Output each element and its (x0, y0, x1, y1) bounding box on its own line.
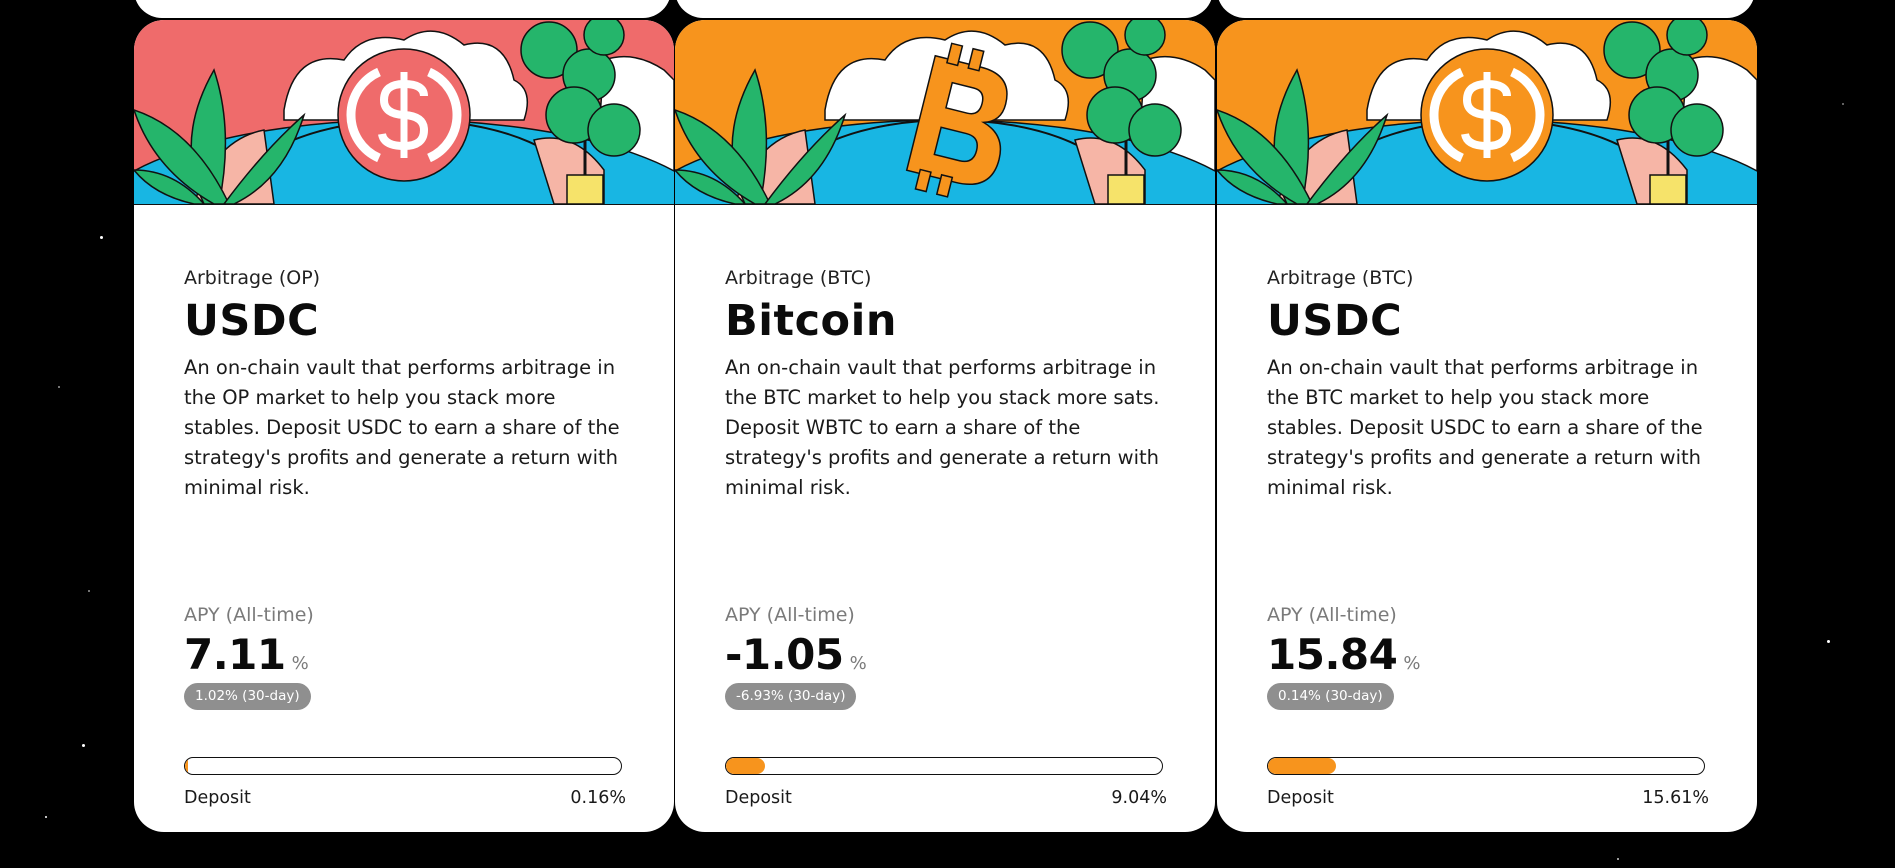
apy-value: 7.11 (184, 630, 286, 679)
apy-unit: % (1403, 653, 1421, 674)
vault-description: An on-chain vault that performs arbitrag… (184, 356, 620, 499)
vault-card-btc-bitcoin[interactable]: Arbitrage (BTC) Bitcoin An on-chain vaul… (675, 20, 1215, 832)
background-star (58, 386, 60, 388)
apy-30day-badge: 1.02% (30-day) (184, 683, 311, 710)
deposit-progress-fill (1268, 758, 1337, 774)
background-star (100, 236, 103, 239)
apy-row: 15.84 % (1267, 630, 1420, 679)
deposit-value: 15.61% (1642, 788, 1709, 808)
apy-label: APY (All-time) (1267, 604, 1397, 626)
background-star (1827, 640, 1830, 643)
background-star (1617, 858, 1619, 860)
vault-hero-illustration (675, 20, 1215, 205)
vault-strategy: Arbitrage (OP) (184, 267, 321, 289)
background-star (88, 590, 90, 592)
background-star (82, 744, 85, 747)
deposit-progress-bar (1267, 757, 1705, 775)
vault-hero-illustration (1217, 20, 1757, 205)
vault-card-btc-usdc[interactable]: Arbitrage (BTC) USDC An on-chain vault t… (1217, 20, 1757, 832)
vault-asset-title: USDC (184, 296, 320, 346)
apy-label: APY (All-time) (725, 604, 855, 626)
previous-card-bottom (134, 0, 671, 18)
apy-30day-badge: 0.14% (30-day) (1267, 683, 1394, 710)
apy-value: 15.84 (1267, 630, 1398, 679)
usdc-coin-icon (337, 48, 471, 182)
deposit-progress-bar (725, 757, 1163, 775)
deposit-value: 0.16% (570, 788, 626, 808)
vault-hero-illustration (134, 20, 674, 205)
previous-card-bottom (675, 0, 1213, 18)
vault-strategy: Arbitrage (BTC) (1267, 267, 1414, 289)
vault-card-op-usdc[interactable]: Arbitrage (OP) USDC An on-chain vault th… (134, 20, 674, 832)
deposit-label: Deposit (725, 788, 792, 808)
deposit-progress-fill (726, 758, 766, 774)
vault-description: An on-chain vault that performs arbitrag… (1267, 356, 1703, 499)
deposit-value: 9.04% (1111, 788, 1167, 808)
apy-label: APY (All-time) (184, 604, 314, 626)
apy-row: -1.05 % (725, 630, 867, 679)
apy-value: -1.05 (725, 630, 844, 679)
apy-unit: % (849, 653, 867, 674)
vault-description: An on-chain vault that performs arbitrag… (725, 356, 1160, 499)
usdc-coin-icon (1420, 48, 1554, 182)
deposit-progress-bar (184, 757, 622, 775)
vault-asset-title: Bitcoin (725, 296, 897, 346)
apy-unit: % (291, 653, 309, 674)
background-star (45, 816, 47, 818)
previous-card-bottom (1217, 0, 1755, 18)
apy-row: 7.11 % (184, 630, 309, 679)
deposit-label: Deposit (1267, 788, 1334, 808)
vault-asset-title: USDC (1267, 296, 1403, 346)
apy-30day-badge: -6.93% (30-day) (725, 683, 857, 710)
background-star (1842, 103, 1844, 105)
deposit-label: Deposit (184, 788, 251, 808)
deposit-progress-fill (185, 758, 188, 774)
vault-strategy: Arbitrage (BTC) (725, 267, 872, 289)
